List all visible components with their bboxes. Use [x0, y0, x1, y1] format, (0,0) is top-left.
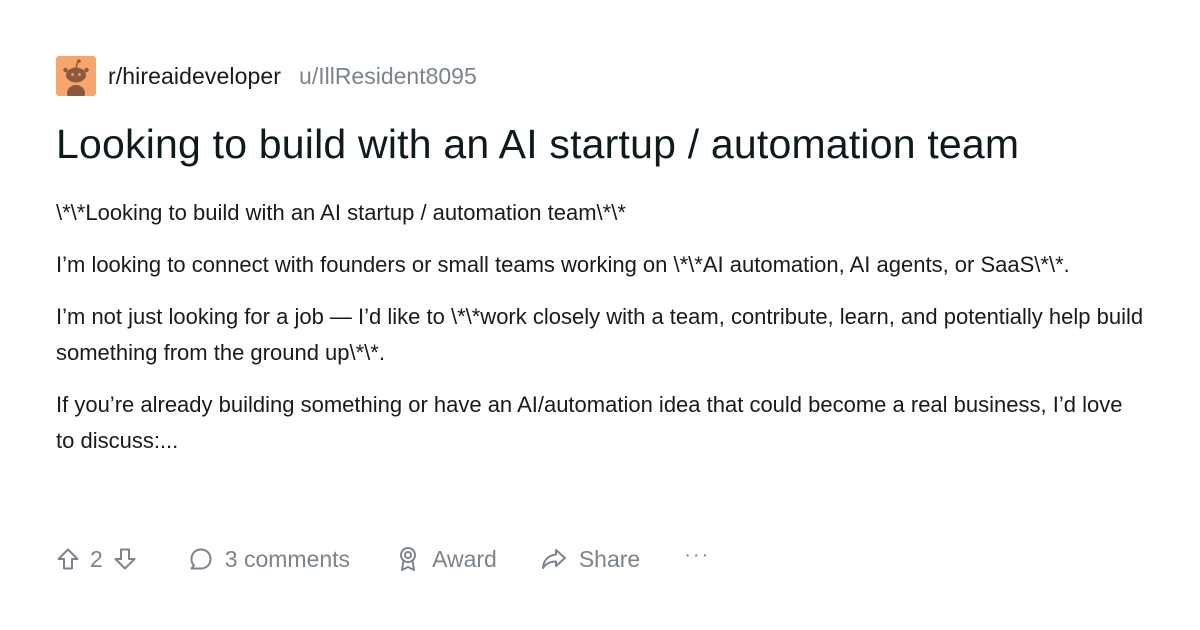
more-options-label: ··· — [684, 543, 711, 566]
comments-button[interactable]: 3 comments — [189, 546, 350, 573]
comments-label: 3 comments — [224, 545, 351, 572]
award-label: Award — [432, 545, 497, 572]
downvote-arrow-icon[interactable] — [113, 547, 137, 571]
post-meta: r/hireaideveloper u/IllResident8095 — [56, 56, 1146, 96]
subreddit-link[interactable]: r/hireaideveloper — [108, 63, 281, 90]
post-title[interactable]: Looking to build with an AI startup / au… — [56, 118, 1146, 170]
vote-count: 2 — [90, 545, 103, 572]
more-options-button[interactable]: ··· — [684, 544, 710, 567]
award-ribbon-icon — [396, 546, 420, 572]
share-label: Share — [578, 545, 641, 572]
snoo-avatar-icon[interactable] — [56, 56, 96, 96]
vote-group: 2 — [56, 546, 137, 573]
post-actions-bar: 2 3 comments Award Share ··· — [56, 540, 710, 578]
post-body: \*\*Looking to build with an AI startup … — [56, 195, 1146, 459]
comment-bubble-icon — [189, 547, 213, 571]
share-button[interactable]: Share — [541, 546, 640, 573]
upvote-arrow-icon[interactable] — [56, 547, 80, 571]
post-card: r/hireaideveloper u/IllResident8095 Look… — [56, 56, 1146, 475]
post-paragraph: I’m not just looking for a job — I’d lik… — [56, 304, 1144, 365]
author-link[interactable]: u/IllResident8095 — [299, 63, 477, 90]
post-paragraph: If you’re already building something or … — [56, 392, 1123, 453]
post-paragraph: \*\*Looking to build with an AI startup … — [56, 200, 626, 225]
post-paragraph: I’m looking to connect with founders or … — [56, 252, 1070, 277]
share-arrow-icon — [541, 547, 567, 571]
award-button[interactable]: Award — [396, 546, 497, 573]
